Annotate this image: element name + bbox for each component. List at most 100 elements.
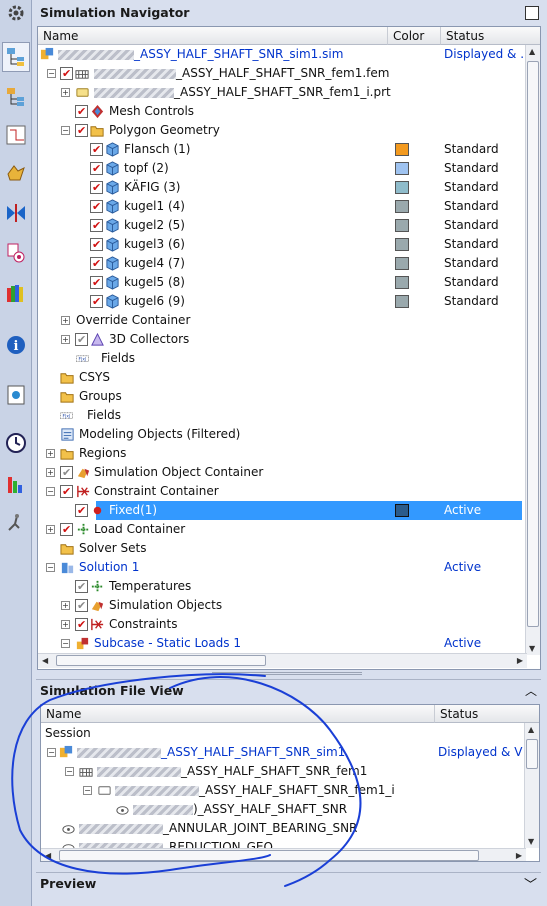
visibility-checkbox[interactable] — [75, 102, 88, 121]
scroll-down-arrow[interactable]: ▼ — [528, 837, 534, 846]
tree-row-simulation-objects[interactable]: + Simulation Objects — [38, 596, 522, 615]
tree-row-body[interactable]: kugel3 (6) Standard — [38, 235, 522, 254]
scroll-up-arrow[interactable]: ▲ — [528, 725, 534, 734]
collapse-toggle[interactable]: − — [61, 126, 70, 135]
tree-row-mesh-controls[interactable]: Mesh Controls — [38, 102, 522, 121]
color-swatch[interactable] — [395, 295, 409, 308]
panel-splitter[interactable] — [212, 672, 362, 675]
visibility-checkbox[interactable] — [75, 121, 88, 140]
file-row-session[interactable]: Session — [41, 724, 525, 743]
tree-row-body[interactable]: kugel5 (8) Standard — [38, 273, 522, 292]
system-scenes-icon[interactable] — [3, 510, 29, 536]
collapse-toggle[interactable]: − — [47, 69, 56, 78]
tree-row-body[interactable]: Flansch (1) Standard — [38, 140, 522, 159]
visibility-checkbox[interactable] — [90, 140, 103, 159]
window-toggle-button[interactable] — [525, 6, 539, 20]
column-header-name[interactable]: Name — [41, 705, 435, 723]
color-swatch-fixed[interactable] — [395, 504, 409, 517]
collapse-toggle[interactable]: − — [46, 487, 55, 496]
tree-row-groups[interactable]: Groups — [38, 387, 522, 406]
file-view-vertical-scrollbar[interactable]: ▲ ▼ — [524, 723, 539, 848]
file-row-sim[interactable]: − _ASSY_HALF_SHAFT_SNR_sim1 Displayed & … — [41, 743, 525, 762]
reuse-library-icon[interactable] — [3, 160, 29, 186]
color-swatch[interactable] — [395, 238, 409, 251]
info-icon[interactable]: i — [3, 332, 29, 358]
expand-toggle[interactable]: + — [46, 468, 55, 477]
scroll-left-arrow[interactable]: ◀ — [42, 656, 48, 665]
scroll-left-arrow[interactable]: ◀ — [45, 851, 51, 860]
tree-row-fields[interactable]: F|x| Fields — [38, 349, 522, 368]
visibility-checkbox[interactable] — [90, 292, 103, 311]
tree-row-override-container[interactable]: + Override Container — [38, 311, 522, 330]
hd3d-tools-icon[interactable] — [3, 200, 29, 226]
navigator-horizontal-scrollbar[interactable]: ◀ ▶ — [38, 653, 527, 668]
file-view-horizontal-scrollbar[interactable]: ◀ ▶ — [41, 848, 526, 861]
constraint-navigator-icon[interactable] — [3, 84, 29, 110]
visibility-checkbox[interactable] — [60, 463, 73, 482]
scroll-up-arrow[interactable]: ▲ — [529, 47, 535, 56]
color-swatch[interactable] — [395, 219, 409, 232]
clock-icon[interactable] — [3, 430, 29, 456]
preview-title[interactable]: Preview — [36, 872, 541, 894]
color-swatch[interactable] — [395, 181, 409, 194]
tree-row-modeling-objects[interactable]: Modeling Objects (Filtered) — [38, 425, 522, 444]
scroll-down-arrow[interactable]: ▼ — [529, 644, 535, 653]
visibility-checkbox[interactable] — [90, 254, 103, 273]
tree-row-csys[interactable]: CSYS — [38, 368, 522, 387]
tree-row-body[interactable]: kugel1 (4) Standard — [38, 197, 522, 216]
tree-row-fields-2[interactable]: F|x| Fields — [38, 406, 522, 425]
visibility-checkbox[interactable] — [60, 482, 73, 501]
navigator-vertical-scrollbar[interactable]: ▲ ▼ — [525, 45, 540, 655]
visibility-checkbox[interactable] — [90, 178, 103, 197]
visibility-checkbox[interactable] — [60, 64, 73, 83]
expand-toggle[interactable]: + — [46, 449, 55, 458]
visibility-checkbox[interactable] — [75, 501, 88, 520]
visibility-checkbox[interactable] — [75, 330, 88, 349]
assembly-navigator-icon[interactable] — [2, 42, 30, 72]
tree-row-sim-object-container[interactable]: + Simulation Object Container — [38, 463, 522, 482]
visibility-checkbox[interactable] — [90, 197, 103, 216]
tree-row-load-container[interactable]: + Load Container — [38, 520, 522, 539]
expand-toggle[interactable]: + — [46, 525, 55, 534]
scroll-right-arrow[interactable]: ▶ — [517, 656, 523, 665]
collapse-toggle[interactable]: − — [83, 786, 92, 795]
settings-icon[interactable] — [3, 0, 29, 26]
tree-row-solver-sets[interactable]: Solver Sets — [38, 539, 522, 558]
tree-row-constraints[interactable]: + Constraints — [38, 615, 522, 634]
palettes-icon[interactable] — [3, 280, 29, 306]
scroll-right-arrow[interactable]: ▶ — [516, 851, 522, 860]
visibility-checkbox[interactable] — [90, 235, 103, 254]
file-row-annular[interactable]: _ANNULAR_JOINT_BEARING_SNR — [41, 819, 525, 838]
column-header-status[interactable]: Status — [441, 27, 540, 45]
column-header-name[interactable]: Name — [38, 27, 388, 45]
tree-row-body[interactable]: kugel6 (9) Standard — [38, 292, 522, 311]
visibility-checkbox[interactable] — [90, 216, 103, 235]
tree-row-sim[interactable]: _ASSY_HALF_SHAFT_SNR_sim1.sim Displayed … — [38, 45, 532, 64]
collapse-toggle[interactable]: − — [65, 767, 74, 776]
tree-row-fem[interactable]: − _ASSY_HALF_SHAFT_SNR_fem1.fem — [38, 64, 522, 83]
color-swatch[interactable] — [395, 276, 409, 289]
visibility-checkbox[interactable] — [75, 596, 88, 615]
column-header-status[interactable]: Status — [435, 705, 539, 723]
tree-row-3d-collectors[interactable]: + 3D Collectors — [38, 330, 522, 349]
web-browser-icon[interactable] — [3, 240, 29, 266]
file-row-reduction[interactable]: _REDUCTION_GEO — [41, 838, 525, 848]
color-swatch[interactable] — [395, 200, 409, 213]
visibility-checkbox[interactable] — [75, 615, 88, 634]
expand-toggle[interactable]: + — [61, 601, 70, 610]
tree-row-polygon-geometry[interactable]: − Polygon Geometry — [38, 121, 522, 140]
roles-icon[interactable] — [3, 472, 29, 498]
tree-row-solution[interactable]: − Solution 1 Active — [38, 558, 522, 577]
scroll-thumb[interactable] — [526, 739, 538, 769]
collapse-toggle[interactable]: − — [47, 748, 56, 757]
visibility-checkbox[interactable] — [60, 520, 73, 539]
collapse-toggle[interactable]: − — [46, 563, 55, 572]
column-header-color[interactable]: Color — [388, 27, 441, 45]
expand-toggle[interactable]: + — [61, 620, 70, 629]
expand-panel-icon[interactable]: ﹀ — [524, 874, 537, 893]
file-row-part[interactable]: )_ASSY_HALF_SHAFT_SNR — [41, 800, 525, 819]
visibility-checkbox[interactable] — [90, 273, 103, 292]
scroll-thumb[interactable] — [527, 61, 539, 627]
part-navigator-icon[interactable] — [3, 122, 29, 148]
tree-row-subcase[interactable]: − Subcase - Static Loads 1 Active — [38, 634, 522, 653]
